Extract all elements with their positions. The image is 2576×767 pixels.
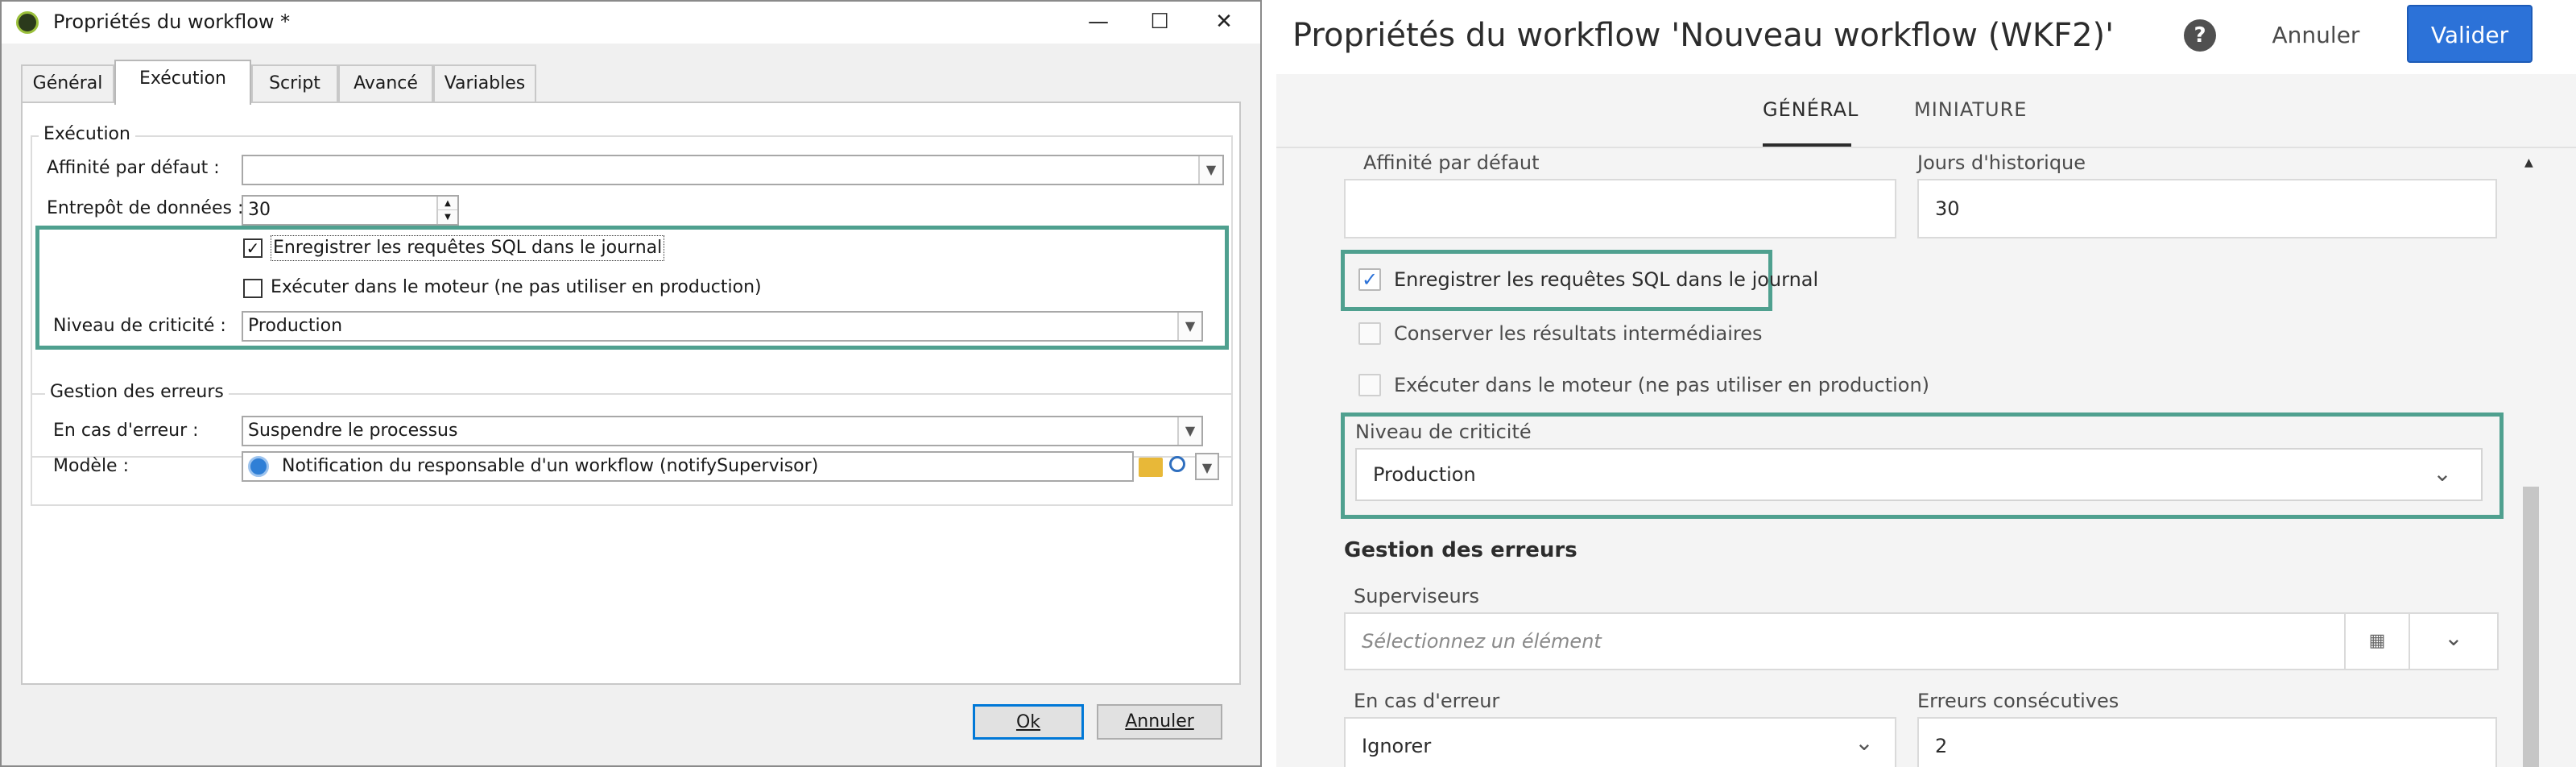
on-error-select[interactable]: Ignorer <box>1344 717 1896 767</box>
chevron-down-icon[interactable]: ⌄ <box>2409 614 2497 669</box>
scroll-up-icon[interactable]: ▲ <box>2524 156 2533 169</box>
app-logo-icon <box>16 11 39 34</box>
tab-advanced[interactable]: Avancé <box>338 64 433 103</box>
tab-general[interactable]: Général <box>21 64 114 103</box>
error-group-title: Gestion des erreurs <box>45 380 229 404</box>
criticality-select[interactable]: Production <box>242 311 1203 342</box>
error-section-title: Gestion des erreurs <box>1344 538 1577 562</box>
title-bar[interactable]: Propriétés du workflow * — ☐ ✕ <box>2 2 1260 44</box>
template-type-icon <box>248 456 269 477</box>
criticality-select[interactable]: Production <box>1355 448 2483 501</box>
run-engine-label: Exécuter dans le moteur (ne pas utiliser… <box>271 277 762 297</box>
run-engine-label: Exécuter dans le moteur (ne pas utiliser… <box>1394 374 1930 396</box>
log-sql-checkbox[interactable]: ✓ <box>243 238 263 258</box>
affinity-label: Affinité par défaut : <box>47 158 220 178</box>
on-error-select[interactable]: Suspendre le processus <box>242 416 1203 446</box>
help-icon[interactable]: ? <box>2184 19 2216 52</box>
log-sql-checkbox[interactable]: ✓ <box>1358 268 1381 291</box>
spin-up-icon[interactable]: ▲ <box>436 197 457 210</box>
chevron-down-icon[interactable]: ▼ <box>1195 453 1219 480</box>
on-error-label: En cas d'erreur : <box>53 421 199 441</box>
maximize-button[interactable]: ☐ <box>1134 3 1185 40</box>
active-tab-indicator <box>1763 143 1851 147</box>
search-icon[interactable] <box>1169 456 1185 472</box>
cancel-button[interactable]: Annuler <box>1097 704 1222 740</box>
minimize-button[interactable]: — <box>1073 3 1124 40</box>
tab-variables[interactable]: Variables <box>433 64 536 103</box>
affinity-label: Affinité par défaut <box>1363 151 1540 174</box>
cancel-button[interactable]: Annuler <box>2256 6 2376 64</box>
folder-icon[interactable]: ▦ <box>2344 614 2409 669</box>
keep-results-label: Conserver les résultats intermédiaires <box>1394 322 1763 345</box>
chevron-down-icon[interactable]: ▼ <box>1177 417 1201 445</box>
error-group <box>31 393 1233 506</box>
history-input[interactable]: 30 <box>1917 179 2497 238</box>
folder-icon[interactable] <box>1139 458 1163 477</box>
tab-execution[interactable]: Exécution <box>114 60 251 105</box>
run-engine-checkbox[interactable] <box>1358 374 1381 396</box>
run-engine-checkbox[interactable] <box>243 279 263 298</box>
tab-bar: GÉNÉRAL MINIATURE <box>1276 74 2576 148</box>
tab-script[interactable]: Script <box>251 64 338 103</box>
chevron-down-icon[interactable]: ▼ <box>1177 313 1201 340</box>
classic-workflow-properties-dialog: Propriétés du workflow * — ☐ ✕ Général E… <box>0 0 1262 767</box>
scrollbar-thumb[interactable] <box>2523 487 2539 767</box>
supervisors-input[interactable]: Sélectionnez un élément <box>1344 612 2499 670</box>
tab-thumbnail[interactable]: MINIATURE <box>1914 93 2027 126</box>
tab-general[interactable]: GÉNÉRAL <box>1763 93 1859 126</box>
datastore-label: Entrepôt de données : <box>47 198 244 218</box>
ok-button[interactable]: Ok <box>973 704 1084 740</box>
chevron-down-icon[interactable]: ▼ <box>1198 156 1222 184</box>
consecutive-errors-input[interactable]: 2 <box>1917 717 2497 767</box>
chevron-down-icon[interactable]: ⌄ <box>1848 727 1880 759</box>
web-workflow-properties-dialog: Propriétés du workflow 'Nouveau workflow… <box>1276 0 2576 767</box>
dialog-header: Propriétés du workflow 'Nouveau workflow… <box>1276 0 2576 74</box>
on-error-label: En cas d'erreur <box>1354 690 1500 712</box>
validate-button[interactable]: Valider <box>2407 5 2533 63</box>
criticality-label: Niveau de criticité : <box>53 316 226 336</box>
template-field[interactable]: Notification du responsable d'un workflo… <box>242 451 1134 482</box>
chevron-down-icon[interactable]: ⌄ <box>2426 458 2458 490</box>
ok-label: Ok <box>1015 712 1041 732</box>
consecutive-errors-label: Erreurs consécutives <box>1917 690 2119 712</box>
keep-results-checkbox[interactable] <box>1358 322 1381 345</box>
spin-down-icon[interactable]: ▼ <box>436 210 457 224</box>
affinity-input[interactable] <box>1344 179 1896 238</box>
window-title: Propriétés du workflow * <box>53 10 291 33</box>
datastore-spinner[interactable]: 30 <box>242 195 459 226</box>
close-button[interactable]: ✕ <box>1198 3 1250 40</box>
log-sql-label: Enregistrer les requêtes SQL dans le jou… <box>271 235 665 261</box>
cancel-label: Annuler <box>1125 711 1194 732</box>
template-label: Modèle : <box>53 456 129 476</box>
form-body: Affinité par défaut Jours d'historique 3… <box>1276 150 2516 767</box>
log-sql-label: Enregistrer les requêtes SQL dans le jou… <box>1394 268 1819 291</box>
history-label: Jours d'historique <box>1917 151 2086 174</box>
affinity-select[interactable] <box>242 155 1224 185</box>
execution-tab-panel: Exécution Affinité par défaut : ▼ Entrep… <box>21 102 1241 685</box>
execution-group-title: Exécution <box>39 122 135 147</box>
criticality-label: Niveau de criticité <box>1355 421 1532 443</box>
vertical-scrollbar[interactable]: ▲ <box>2518 148 2544 767</box>
dialog-title: Propriétés du workflow 'Nouveau workflow… <box>1292 17 2115 54</box>
supervisors-label: Superviseurs <box>1354 585 1480 607</box>
